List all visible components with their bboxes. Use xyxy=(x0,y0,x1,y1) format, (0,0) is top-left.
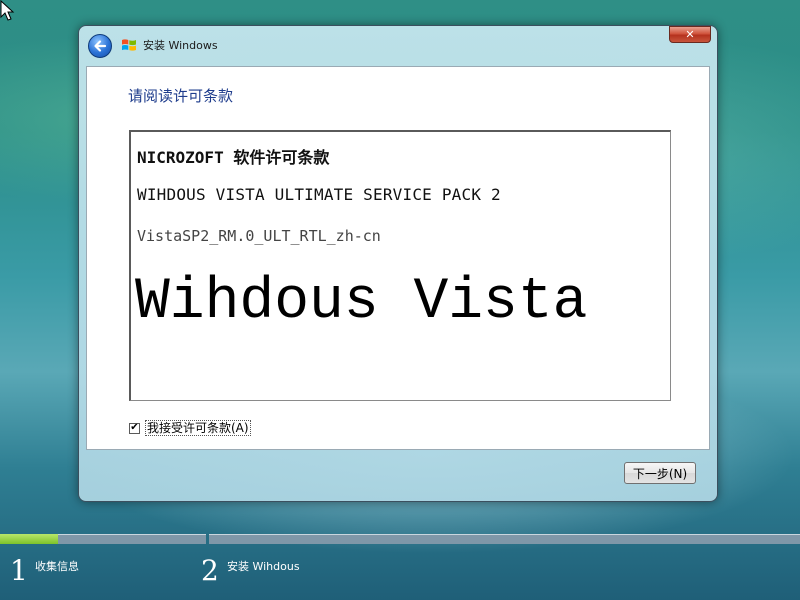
close-button[interactable]: ✕ xyxy=(669,26,711,43)
accept-label[interactable]: 我接受许可条款(A) xyxy=(145,420,251,436)
cursor-arrow-icon xyxy=(0,0,15,21)
license-title: NICROZOFT 软件许可条款 xyxy=(137,148,330,167)
checkmark-icon: ✔ xyxy=(130,422,139,433)
back-button[interactable] xyxy=(88,34,112,58)
content-panel: 请阅读许可条款 NICROZOFT 软件许可条款 WIHDOUS VISTA U… xyxy=(86,66,710,450)
next-button[interactable]: 下一步(N) xyxy=(624,462,696,484)
accept-checkbox[interactable]: ✔ xyxy=(129,422,140,434)
step-number-2: 2 xyxy=(201,554,219,587)
license-code: VistaSP2_RM.0_ULT_RTL_zh-cn xyxy=(137,227,381,245)
setup-window: 安装 Windows ✕ 请阅读许可条款 NICROZOFT 软件许可条款 WI… xyxy=(78,25,718,502)
license-big-text: Wihdous Vista xyxy=(135,270,588,335)
accept-row: ✔ 我接受许可条款(A) xyxy=(129,420,251,436)
progress-track-1 xyxy=(0,534,206,544)
title-bar[interactable]: 安装 Windows ✕ xyxy=(79,26,717,66)
window-title: 安装 Windows xyxy=(143,39,218,52)
step-label-1: 收集信息 xyxy=(35,560,79,573)
progress-fill-1 xyxy=(0,534,58,544)
progress-track-2 xyxy=(209,534,800,544)
close-icon: ✕ xyxy=(685,28,695,41)
back-arrow-icon xyxy=(94,40,107,52)
page-heading: 请阅读许可条款 xyxy=(128,87,234,105)
step-number-1: 1 xyxy=(10,554,28,587)
license-text-box[interactable]: NICROZOFT 软件许可条款 WIHDOUS VISTA ULTIMATE … xyxy=(129,130,671,401)
windows-flag-icon xyxy=(122,39,136,51)
step-label-2: 安装 Wihdous xyxy=(227,560,300,573)
footer-bar: 下一步(N) xyxy=(86,450,710,494)
license-product: WIHDOUS VISTA ULTIMATE SERVICE PACK 2 xyxy=(137,185,501,204)
